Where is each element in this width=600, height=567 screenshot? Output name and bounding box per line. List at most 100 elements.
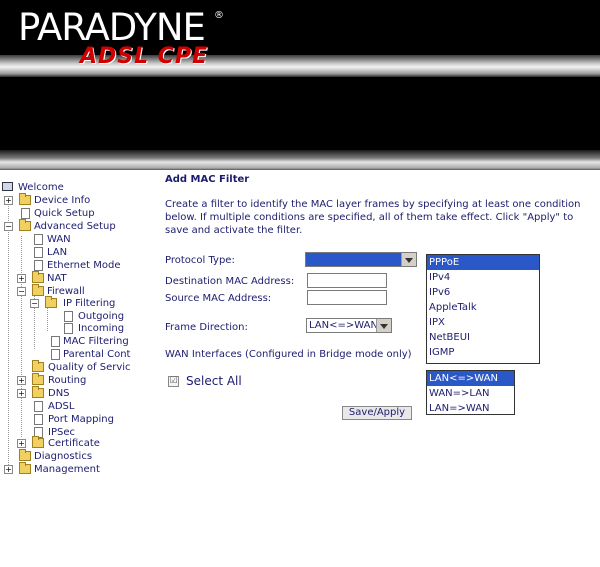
nav-item-lan[interactable]: LAN [17, 246, 97, 259]
chevron-down-icon[interactable] [401, 253, 416, 266]
nav-label: Routing [48, 375, 87, 386]
nav-item-nat[interactable]: + NAT [17, 271, 97, 285]
source-mac-label: Source MAC Address: [165, 293, 272, 304]
direction-option[interactable]: LAN<=>WAN [427, 371, 514, 386]
nav-item-management[interactable]: + Management [4, 462, 104, 476]
folder-icon [32, 436, 44, 448]
frame-direction-value: LAN<=>WAN [309, 320, 378, 331]
nav-label: Incoming [78, 323, 125, 334]
nav-label: Port Mapping [48, 414, 114, 425]
header-bottom-band [0, 150, 600, 170]
tree-line [8, 197, 9, 469]
page-icon [34, 414, 43, 425]
product-name: ADSL CPE [80, 44, 209, 69]
page-icon [34, 260, 43, 271]
nav-item-mac-filtering[interactable]: MAC Filtering [34, 335, 144, 348]
nav-label: WAN [47, 234, 71, 245]
select-all-checkbox[interactable]: ☑ [168, 376, 179, 387]
collapse-icon[interactable]: − [30, 299, 39, 308]
nav-label: Device Info [34, 195, 91, 206]
destination-mac-label: Destination MAC Address: [165, 276, 295, 287]
page-icon [21, 208, 30, 219]
page-icon [51, 336, 60, 347]
nav-item-dns[interactable]: + DNS [17, 386, 97, 400]
page-icon [34, 234, 43, 245]
folder-open-icon [45, 296, 57, 308]
nav-label: Advanced Setup [34, 221, 116, 232]
expand-icon[interactable]: + [17, 274, 26, 283]
folder-icon [32, 386, 44, 398]
expand-icon[interactable]: + [17, 389, 26, 398]
folder-icon [19, 462, 31, 474]
collapse-icon[interactable]: − [17, 287, 26, 296]
nav-label: MAC Filtering [63, 336, 129, 347]
nav-label: LAN [47, 247, 68, 258]
frame-direction-label: Frame Direction: [165, 322, 248, 333]
nav-label: Management [34, 464, 100, 475]
select-all-label: Select All [186, 374, 242, 388]
folder-open-icon [19, 219, 31, 231]
nav-item-parental-control[interactable]: Parental Cont [34, 348, 144, 361]
direction-option[interactable]: WAN=>LAN [427, 386, 514, 401]
header-banner: PARADYNE ® ADSL CPE [0, 0, 600, 170]
nav-label: IP Filtering [63, 298, 116, 309]
protocol-option[interactable]: IPv4 [427, 270, 539, 285]
nav-label: Diagnostics [34, 451, 93, 462]
frame-direction-options: LAN<=>WAN WAN=>LAN LAN=>WAN [426, 370, 515, 415]
nav-item-incoming[interactable]: Incoming [47, 322, 137, 335]
folder-icon [32, 373, 44, 385]
nav-label: Ethernet Mode [47, 260, 121, 271]
brand-logo: PARADYNE [18, 6, 206, 49]
nav-item-advanced-setup[interactable]: − Advanced Setup [4, 219, 124, 233]
direction-option[interactable]: LAN=>WAN [427, 401, 514, 416]
folder-icon [32, 360, 44, 372]
nav-item-port-mapping[interactable]: Port Mapping [17, 413, 127, 426]
nav-label: Quality of Servic [48, 362, 131, 373]
nav-label: Certificate [48, 438, 100, 449]
destination-mac-input[interactable] [307, 273, 387, 288]
collapse-icon[interactable]: − [4, 222, 13, 231]
expand-icon[interactable]: + [17, 376, 26, 385]
computer-icon [2, 182, 13, 191]
save-apply-button[interactable]: Save/Apply [342, 406, 412, 420]
nav-label: Quick Setup [34, 208, 95, 219]
expand-icon[interactable]: + [17, 439, 26, 448]
nav-label: ADSL [48, 401, 75, 412]
protocol-type-options: PPPoE IPv4 IPv6 AppleTalk IPX NetBEUI IG… [426, 254, 540, 364]
page-icon [64, 323, 73, 334]
protocol-option[interactable]: AppleTalk [427, 300, 539, 315]
page-icon [34, 247, 43, 258]
protocol-option[interactable]: IPv6 [427, 285, 539, 300]
nav-item-adsl[interactable]: ADSL [17, 400, 97, 413]
nav-item-certificate[interactable]: + Certificate [17, 436, 127, 450]
registered-mark: ® [214, 10, 224, 21]
expand-icon[interactable]: + [4, 196, 13, 205]
nav-item-welcome[interactable]: Welcome [2, 181, 72, 194]
page-description: Create a filter to identify the MAC laye… [165, 199, 581, 236]
protocol-type-select[interactable] [305, 252, 417, 267]
wan-interfaces-label: WAN Interfaces (Configured in Bridge mod… [165, 349, 412, 360]
nav-label: NAT [47, 273, 67, 284]
source-mac-input[interactable] [307, 290, 387, 305]
page-title: Add MAC Filter [165, 174, 250, 185]
nav-item-wan[interactable]: WAN [17, 233, 97, 246]
protocol-option[interactable]: IPX [427, 315, 539, 330]
folder-open-icon [32, 284, 44, 296]
nav-label: Parental Cont [63, 349, 131, 360]
page-icon [34, 401, 43, 412]
chevron-down-icon[interactable] [376, 319, 391, 332]
folder-icon [19, 449, 31, 461]
protocol-option[interactable]: PPPoE [427, 255, 539, 270]
nav-label: DNS [48, 388, 70, 399]
page-icon [64, 311, 73, 322]
nav-item-device-info[interactable]: + Device Info [4, 193, 104, 207]
page-icon [51, 349, 60, 360]
expand-icon[interactable]: + [4, 465, 13, 474]
frame-direction-select[interactable]: LAN<=>WAN [306, 318, 392, 333]
folder-icon [32, 271, 44, 283]
nav-item-ip-filtering[interactable]: − IP Filtering [30, 296, 130, 310]
protocol-type-label: Protocol Type: [165, 255, 235, 266]
protocol-option[interactable]: NetBEUI [427, 330, 539, 345]
protocol-type-value [306, 253, 308, 264]
protocol-option[interactable]: IGMP [427, 345, 539, 360]
